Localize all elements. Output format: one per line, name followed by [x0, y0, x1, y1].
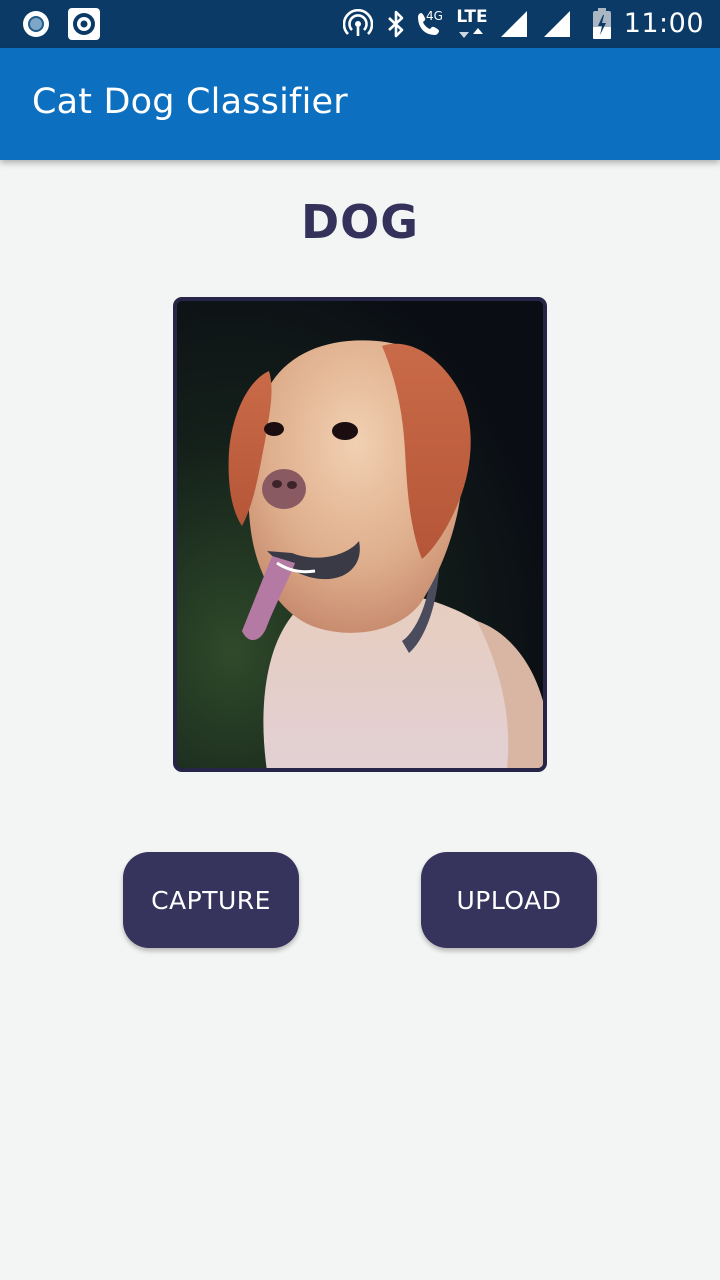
battery-charging-icon	[590, 0, 614, 48]
call-network-label: 4G	[426, 9, 443, 23]
app-title: Cat Dog Classifier	[32, 82, 348, 122]
bluetooth-icon	[384, 0, 408, 48]
capture-button[interactable]: CAPTURE	[123, 852, 299, 948]
notification-target-icon	[66, 0, 102, 48]
status-bar: 4G LTE 11:00	[0, 0, 720, 48]
notification-circle-icon	[20, 0, 52, 48]
wifi-call-icon	[412, 0, 446, 48]
classification-result: DOG	[300, 195, 420, 249]
signal-icon	[497, 0, 531, 48]
signal-icon	[540, 0, 574, 48]
lte-data-icon: LTE	[452, 0, 492, 48]
dog-photo	[173, 297, 547, 772]
upload-button[interactable]: UPLOAD	[421, 852, 597, 948]
network-type-label: LTE	[456, 6, 488, 27]
app-bar: Cat Dog Classifier	[0, 48, 720, 160]
dog-photo-illustration	[177, 301, 543, 768]
status-time: 11:00	[623, 8, 704, 39]
hotspot-icon	[342, 0, 374, 48]
